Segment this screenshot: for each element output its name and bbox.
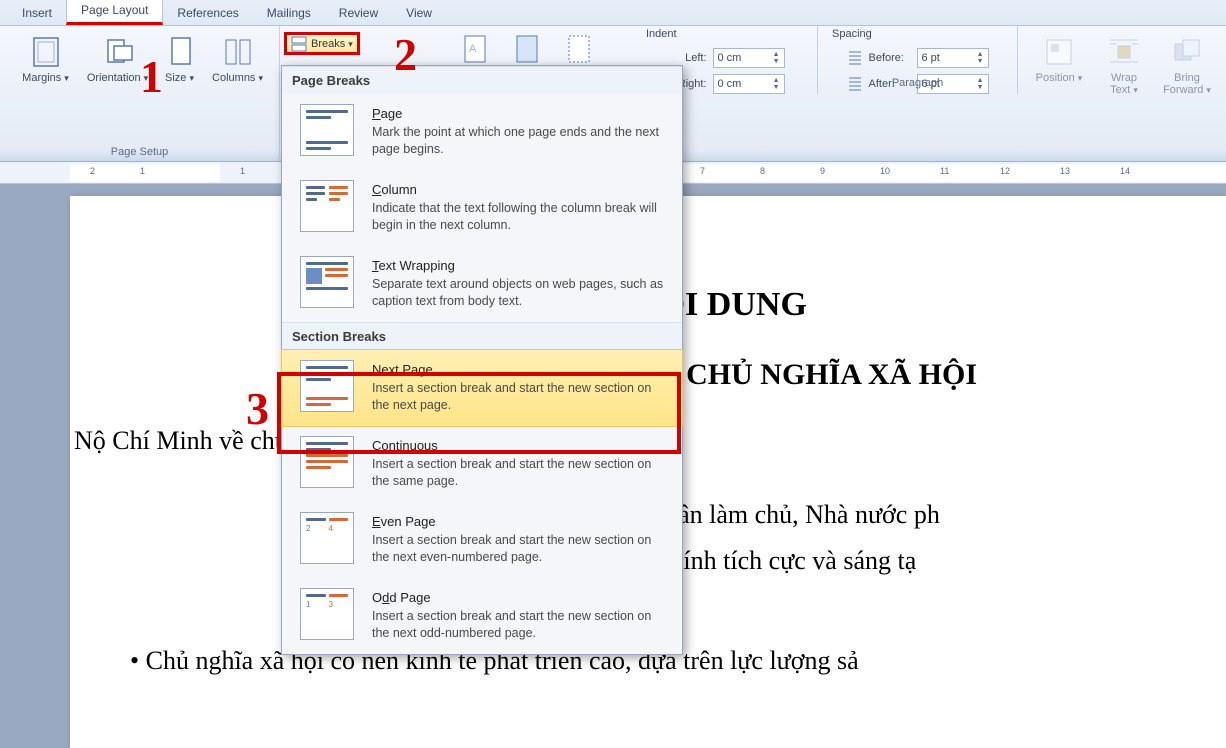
columns-label: Columns — [212, 72, 263, 84]
columns-icon — [222, 36, 254, 68]
bring-forward-label: Bring Forward — [1163, 72, 1211, 96]
ruler-tick: 2 — [90, 166, 95, 176]
callout-number-1: 1 — [140, 50, 163, 103]
tab-references[interactable]: References — [163, 2, 252, 25]
break-option-page[interactable]: Page Mark the point at which one page end… — [282, 94, 682, 170]
space-before-label: Before: — [869, 52, 911, 64]
indent-right-value: 0 cm — [718, 78, 742, 90]
page-break-thumb-icon — [300, 104, 354, 156]
next-page-thumb-icon — [300, 360, 354, 412]
wrap-text-label: Wrap Text — [1110, 72, 1138, 96]
page-color-icon[interactable] — [514, 34, 540, 64]
size-label: Size — [165, 72, 194, 84]
orientation-label: Orientation — [87, 72, 148, 84]
spacing-header: Spacing — [832, 28, 872, 40]
section-breaks-header: Section Breaks — [282, 322, 682, 350]
indent-left-value: 0 cm — [718, 52, 742, 64]
breaks-button[interactable]: Breaks — [284, 32, 360, 55]
break-page-title: Page — [372, 106, 668, 121]
ruler-tick: 8 — [760, 166, 765, 176]
spinner-icon[interactable]: ▲▼ — [977, 51, 984, 65]
break-page-desc: Mark the point at which one page ends an… — [372, 124, 668, 158]
break-option-odd-page[interactable]: 1 3 Odd Page Insert a section break and s… — [282, 578, 682, 654]
indent-header: Indent — [646, 28, 677, 40]
text-wrap-thumb-icon — [300, 256, 354, 308]
margins-label: Margins — [22, 72, 69, 84]
column-break-thumb-icon — [300, 180, 354, 232]
svg-text:A: A — [469, 43, 477, 55]
position-icon — [1043, 36, 1075, 68]
margins-icon — [30, 36, 62, 68]
ruler-tick: 13 — [1060, 166, 1070, 176]
breaks-icon — [291, 36, 307, 52]
page-breaks-header: Page Breaks — [282, 66, 682, 94]
group-arrange: Position Wrap Text Bring Forward — [1018, 26, 1226, 96]
even-page-thumb-icon: 2 4 — [300, 512, 354, 564]
ruler-tick: 14 — [1120, 166, 1130, 176]
wrap-text-icon — [1108, 36, 1140, 68]
bring-forward-button[interactable]: Bring Forward — [1157, 30, 1217, 96]
ruler-tick: 7 — [700, 166, 705, 176]
break-oddpage-title: Odd Page — [372, 590, 668, 605]
break-column-desc: Indicate that the text following the col… — [372, 200, 668, 234]
orientation-icon — [102, 36, 134, 68]
break-textwrap-title: Text Wrapping — [372, 258, 668, 273]
ruler-tick: 10 — [880, 166, 890, 176]
continuous-thumb-icon — [300, 436, 354, 488]
breaks-label: Breaks — [311, 38, 353, 50]
indent-right-input[interactable]: 0 cm ▲▼ — [713, 74, 785, 94]
break-continuous-desc: Insert a section break and start the new… — [372, 456, 668, 490]
break-evenpage-title: Even Page — [372, 514, 668, 529]
size-icon — [164, 36, 196, 68]
ruler-tick: 1 — [240, 166, 245, 176]
break-oddpage-desc: Insert a section break and start the new… — [372, 608, 668, 642]
bring-forward-icon — [1171, 36, 1203, 68]
breaks-button-wrap: Breaks — [284, 32, 360, 55]
watermark-icon[interactable]: A — [462, 34, 488, 64]
callout-number-3: 3 — [246, 382, 269, 435]
margins-button[interactable]: Margins — [14, 30, 78, 84]
tab-mailings[interactable]: Mailings — [253, 2, 325, 25]
group-spacing: Spacing Before: 6 pt▲▼ After: 6 pt▲▼ Par… — [818, 26, 1018, 94]
break-nextpage-title: Next Page — [372, 362, 668, 377]
paragraph-group-label: Paragraph — [818, 75, 1017, 92]
break-option-text-wrapping[interactable]: Text Wrapping Separate text around object… — [282, 246, 682, 322]
ruler-tick: 12 — [1000, 166, 1010, 176]
position-label: Position — [1036, 72, 1083, 84]
ribbon-tabbar: Insert Page Layout References Mailings R… — [0, 0, 1226, 26]
break-continuous-title: Continuous — [372, 438, 668, 453]
breaks-dropdown-panel: Page Breaks Page Mark the point at which … — [281, 65, 683, 655]
columns-button[interactable]: Columns — [210, 30, 266, 84]
break-option-continuous[interactable]: Continuous Insert a section break and sta… — [282, 426, 682, 502]
space-before-icon — [847, 50, 863, 66]
size-button[interactable]: Size — [158, 30, 202, 84]
break-option-next-page[interactable]: Next Page Insert a section break and star… — [281, 349, 683, 427]
break-nextpage-desc: Insert a section break and start the new… — [372, 380, 668, 414]
wrap-text-button[interactable]: Wrap Text — [1099, 30, 1149, 96]
spinner-icon[interactable]: ▲▼ — [773, 51, 780, 65]
ruler-tick: 9 — [820, 166, 825, 176]
break-textwrap-desc: Separate text around objects on web page… — [372, 276, 668, 310]
ruler-tick: 1 — [140, 166, 145, 176]
page-borders-icon[interactable] — [566, 34, 592, 64]
tab-insert[interactable]: Insert — [8, 2, 66, 25]
position-button[interactable]: Position — [1027, 30, 1091, 84]
page-setup-group-label: Page Setup — [111, 144, 169, 161]
break-option-column[interactable]: Column Indicate that the text following t… — [282, 170, 682, 246]
break-column-title: Column — [372, 182, 668, 197]
ruler-tick: 11 — [940, 166, 949, 176]
break-evenpage-desc: Insert a section break and start the new… — [372, 532, 668, 566]
space-before-input[interactable]: 6 pt ▲▼ — [917, 48, 989, 68]
spinner-icon[interactable]: ▲▼ — [773, 77, 780, 91]
tab-view[interactable]: View — [392, 2, 446, 25]
tab-page-layout[interactable]: Page Layout — [66, 0, 163, 25]
indent-left-label: Left: — [669, 52, 707, 64]
break-option-even-page[interactable]: 2 4 Even Page Insert a section break and … — [282, 502, 682, 578]
space-before-value: 6 pt — [922, 52, 940, 64]
indent-left-input[interactable]: 0 cm ▲▼ — [713, 48, 785, 68]
odd-page-thumb-icon: 1 3 — [300, 588, 354, 640]
tab-review[interactable]: Review — [325, 2, 392, 25]
misc-icons: A — [462, 34, 592, 64]
callout-number-2: 2 — [394, 28, 417, 81]
